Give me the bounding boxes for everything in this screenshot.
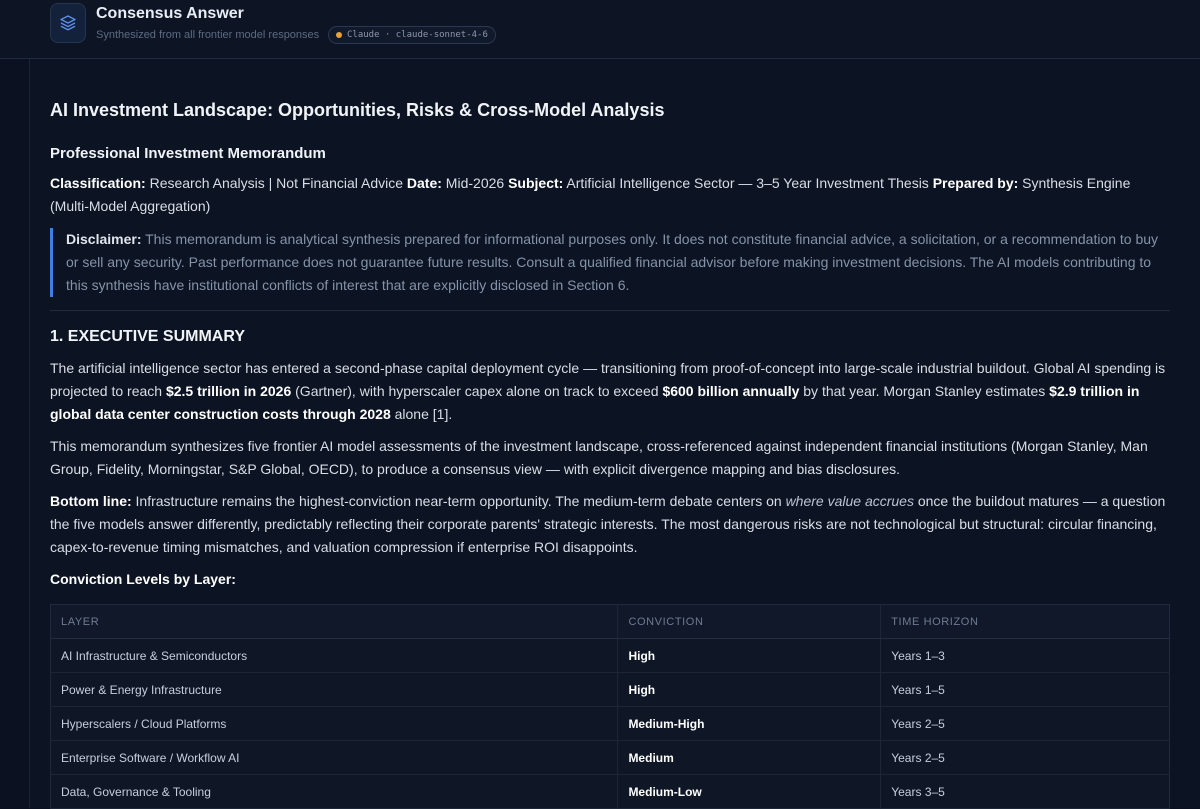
conviction-table: LAYER CONVICTION TIME HORIZON AI Infrast…: [50, 604, 1170, 809]
status-dot-icon: [336, 32, 342, 38]
panel-title: Consensus Answer: [96, 5, 244, 22]
layer-cell: Data, Governance & Tooling: [50, 774, 618, 809]
text-run: (Gartner), with hyperscaler capex alone …: [291, 383, 663, 399]
column-header: LAYER: [50, 604, 618, 639]
table-row: Data, Governance & Tooling Medium-Low Ye…: [50, 774, 1170, 809]
horizon-cell: Years 2–5: [880, 740, 1170, 775]
summary-paragraph-1: The artificial intelligence sector has e…: [50, 357, 1170, 426]
memo-content: AI Investment Landscape: Opportunities, …: [50, 96, 1170, 809]
column-header: TIME HORIZON: [880, 604, 1170, 639]
table-row: Hyperscalers / Cloud Platforms Medium-Hi…: [50, 706, 1170, 741]
table-row: Enterprise Software / Workflow AI Medium…: [50, 740, 1170, 775]
column-header: CONVICTION: [617, 604, 881, 639]
section-heading: 1. EXECUTIVE SUMMARY: [50, 328, 245, 345]
text-run: by that year. Morgan Stanley estimates: [799, 383, 1050, 399]
conviction-cell: High: [617, 638, 881, 673]
text-run: Infrastructure remains the highest-convi…: [131, 493, 786, 509]
section-divider: [50, 310, 1170, 311]
model-badge: Claude · claude-sonnet-4-6: [328, 26, 496, 44]
summary-paragraph-2: This memorandum synthesizes five frontie…: [50, 438, 1148, 477]
layer-cell: AI Infrastructure & Semiconductors: [50, 638, 618, 673]
memo-title: AI Investment Landscape: Opportunities, …: [50, 100, 665, 120]
table-row: Power & Energy Infrastructure High Years…: [50, 672, 1170, 707]
memo-subtitle: Professional Investment Memorandum: [50, 145, 326, 162]
model-badge-label: Claude · claude-sonnet-4-6: [347, 30, 488, 40]
text-italic: where value accrues: [785, 493, 914, 509]
bottom-line-label: Bottom line:: [50, 493, 132, 509]
text-run: alone [1].: [390, 406, 453, 422]
memo-meta: Classification: Research Analysis | Not …: [50, 172, 1170, 218]
panel-subtitle: Synthesized from all frontier model resp…: [96, 29, 320, 41]
text-bold: $2.5 trillion in 2026: [165, 383, 292, 399]
classification-label: Classification:: [50, 175, 146, 191]
date-label: Date:: [406, 175, 442, 191]
horizon-cell: Years 1–3: [880, 638, 1170, 673]
summary-paragraph-3: Bottom line: Infrastructure remains the …: [50, 490, 1170, 559]
panel-header: Consensus Answer Synthesized from all fr…: [0, 0, 1200, 59]
subject-label: Subject:: [508, 175, 564, 191]
layers-icon: [50, 3, 86, 43]
prepared-label: Prepared by:: [932, 175, 1019, 191]
table-row: AI Infrastructure & Semiconductors High …: [50, 638, 1170, 673]
horizon-cell: Years 3–5: [880, 774, 1170, 809]
conviction-cell: Medium: [617, 740, 881, 775]
table-header-row: LAYER CONVICTION TIME HORIZON: [50, 604, 1170, 639]
layer-cell: Power & Energy Infrastructure: [50, 672, 618, 707]
conviction-cell: Medium-High: [617, 706, 881, 741]
conviction-cell: Medium-Low: [617, 774, 881, 809]
horizon-cell: Years 2–5: [880, 706, 1170, 741]
disclaimer-block: Disclaimer: This memorandum is analytica…: [50, 228, 1170, 297]
conviction-title: Conviction Levels by Layer:: [50, 571, 236, 587]
disclaimer-text: Disclaimer: This memorandum is analytica…: [66, 228, 1170, 297]
layer-cell: Enterprise Software / Workflow AI: [50, 740, 618, 775]
disclaimer-label: Disclaimer:: [66, 231, 142, 247]
date-value: Mid-2026: [441, 175, 509, 191]
horizon-cell: Years 1–5: [880, 672, 1170, 707]
text-bold: $600 billion annually: [662, 383, 800, 399]
disclaimer-body: This memorandum is analytical synthesis …: [66, 231, 1159, 293]
subject-value: Artificial Intelligence Sector — 3–5 Yea…: [563, 175, 933, 191]
classification-value: Research Analysis | Not Financial Advice: [145, 175, 407, 191]
conviction-cell: High: [617, 672, 881, 707]
layer-cell: Hyperscalers / Cloud Platforms: [50, 706, 618, 741]
